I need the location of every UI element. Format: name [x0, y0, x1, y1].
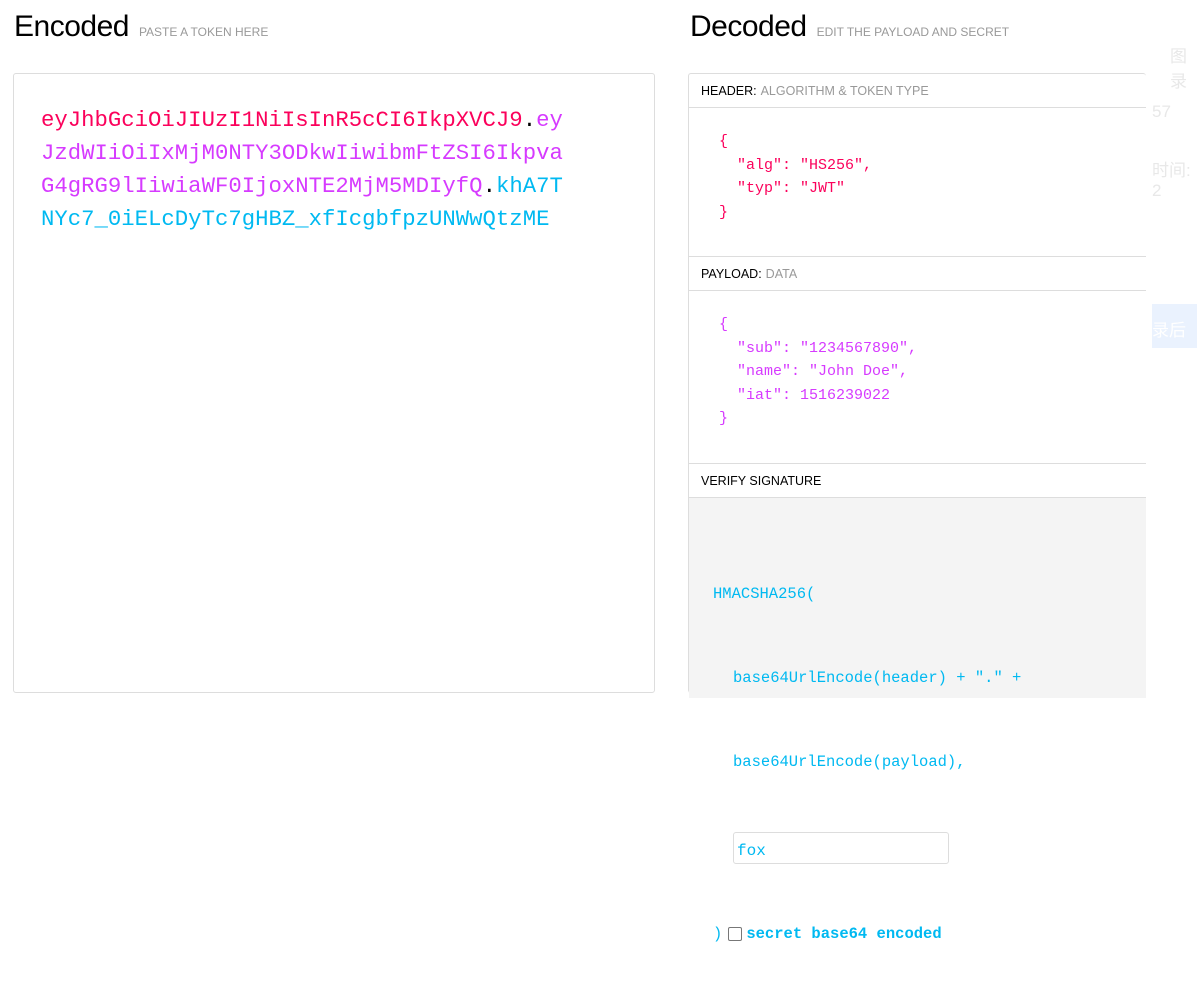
payload-json-editor[interactable]: { "sub": "1234567890", "name": "John Doe…	[689, 291, 1146, 464]
base64-checkbox-label[interactable]: secret base64 encoded	[746, 925, 941, 943]
payload-label: PAYLOAD:	[701, 267, 762, 281]
signature-line1: base64UrlEncode(header) + "." +	[733, 669, 1022, 687]
token-header: eyJhbGciOiJIUzI1NiIsInR5cCI6IkpXVCJ9	[41, 107, 523, 133]
token-payload: JzdWIiOiIxMjM0NTY3ODkwIiwibmFtZSI6Ikpva	[41, 140, 563, 166]
header-json-editor[interactable]: { "alg": "HS256", "typ": "JWT" }	[689, 108, 1146, 257]
token-line: eyJhbGciOiJIUzI1NiIsInR5cCI6IkpXVCJ9.ey	[41, 104, 627, 137]
decoded-heading: Decoded	[690, 10, 807, 43]
secret-input[interactable]: fox	[733, 832, 949, 864]
decoded-subtitle: EDIT THE PAYLOAD AND SECRET	[816, 25, 1010, 39]
header-section-label: HEADER: ALGORITHM & TOKEN TYPE	[689, 74, 1146, 108]
decoded-panel: HEADER: ALGORITHM & TOKEN TYPE { "alg": "…	[688, 73, 1146, 943]
token-line: JzdWIiOiIxMjM0NTY3ODkwIiwibmFtZSI6Ikpva	[41, 137, 627, 170]
header-label: HEADER:	[701, 84, 757, 98]
encoded-token-input[interactable]: eyJhbGciOiJIUzI1NiIsInR5cCI6IkpXVCJ9.ey J…	[13, 73, 655, 693]
token-signature: khA7T	[495, 173, 563, 199]
payload-desc: DATA	[765, 267, 798, 281]
payload-section-label: PAYLOAD: DATA	[689, 257, 1146, 291]
ghost-text-a: 图录	[1170, 47, 1187, 91]
ghost-text-c: 时间: 2	[1152, 161, 1191, 200]
signature-close: )	[713, 925, 723, 943]
decoded-title: Decoded EDIT THE PAYLOAD AND SECRET	[690, 10, 1009, 44]
signature-body: HMACSHA256( base64UrlEncode(header) + ".…	[689, 498, 1146, 943]
token-line: NYc7_0iELcDyTc7gHBZ_xfIcgbfpzUNWwQtzME	[41, 203, 627, 236]
encoded-title: Encoded PASTE A TOKEN HERE	[14, 10, 268, 44]
signature-section-label: VERIFY SIGNATURE	[689, 464, 1146, 498]
encoded-subtitle: PASTE A TOKEN HERE	[138, 25, 269, 39]
token-payload: ey	[536, 107, 563, 133]
header-desc: ALGORITHM & TOKEN TYPE	[760, 84, 929, 98]
ghost-text-d: 录后	[1152, 304, 1197, 348]
encoded-heading: Encoded	[14, 10, 129, 43]
token-dot: .	[482, 173, 496, 199]
ghost-text-b: 57	[1152, 102, 1171, 121]
token-payload: G4gRG9lIiwiaWF0IjoxNTE2MjM5MDIyfQ	[41, 173, 483, 199]
token-dot: .	[522, 107, 537, 133]
signature-fn: HMACSHA256(	[713, 585, 816, 603]
token-signature: NYc7_0iELcDyTc7gHBZ_xfIcgbfpzUNWwQtzME	[41, 206, 550, 232]
signature-line2: base64UrlEncode(payload),	[733, 753, 966, 771]
base64-checkbox[interactable]	[728, 926, 743, 941]
token-line: G4gRG9lIiwiaWF0IjoxNTE2MjM5MDIyfQ.khA7T	[41, 170, 627, 203]
